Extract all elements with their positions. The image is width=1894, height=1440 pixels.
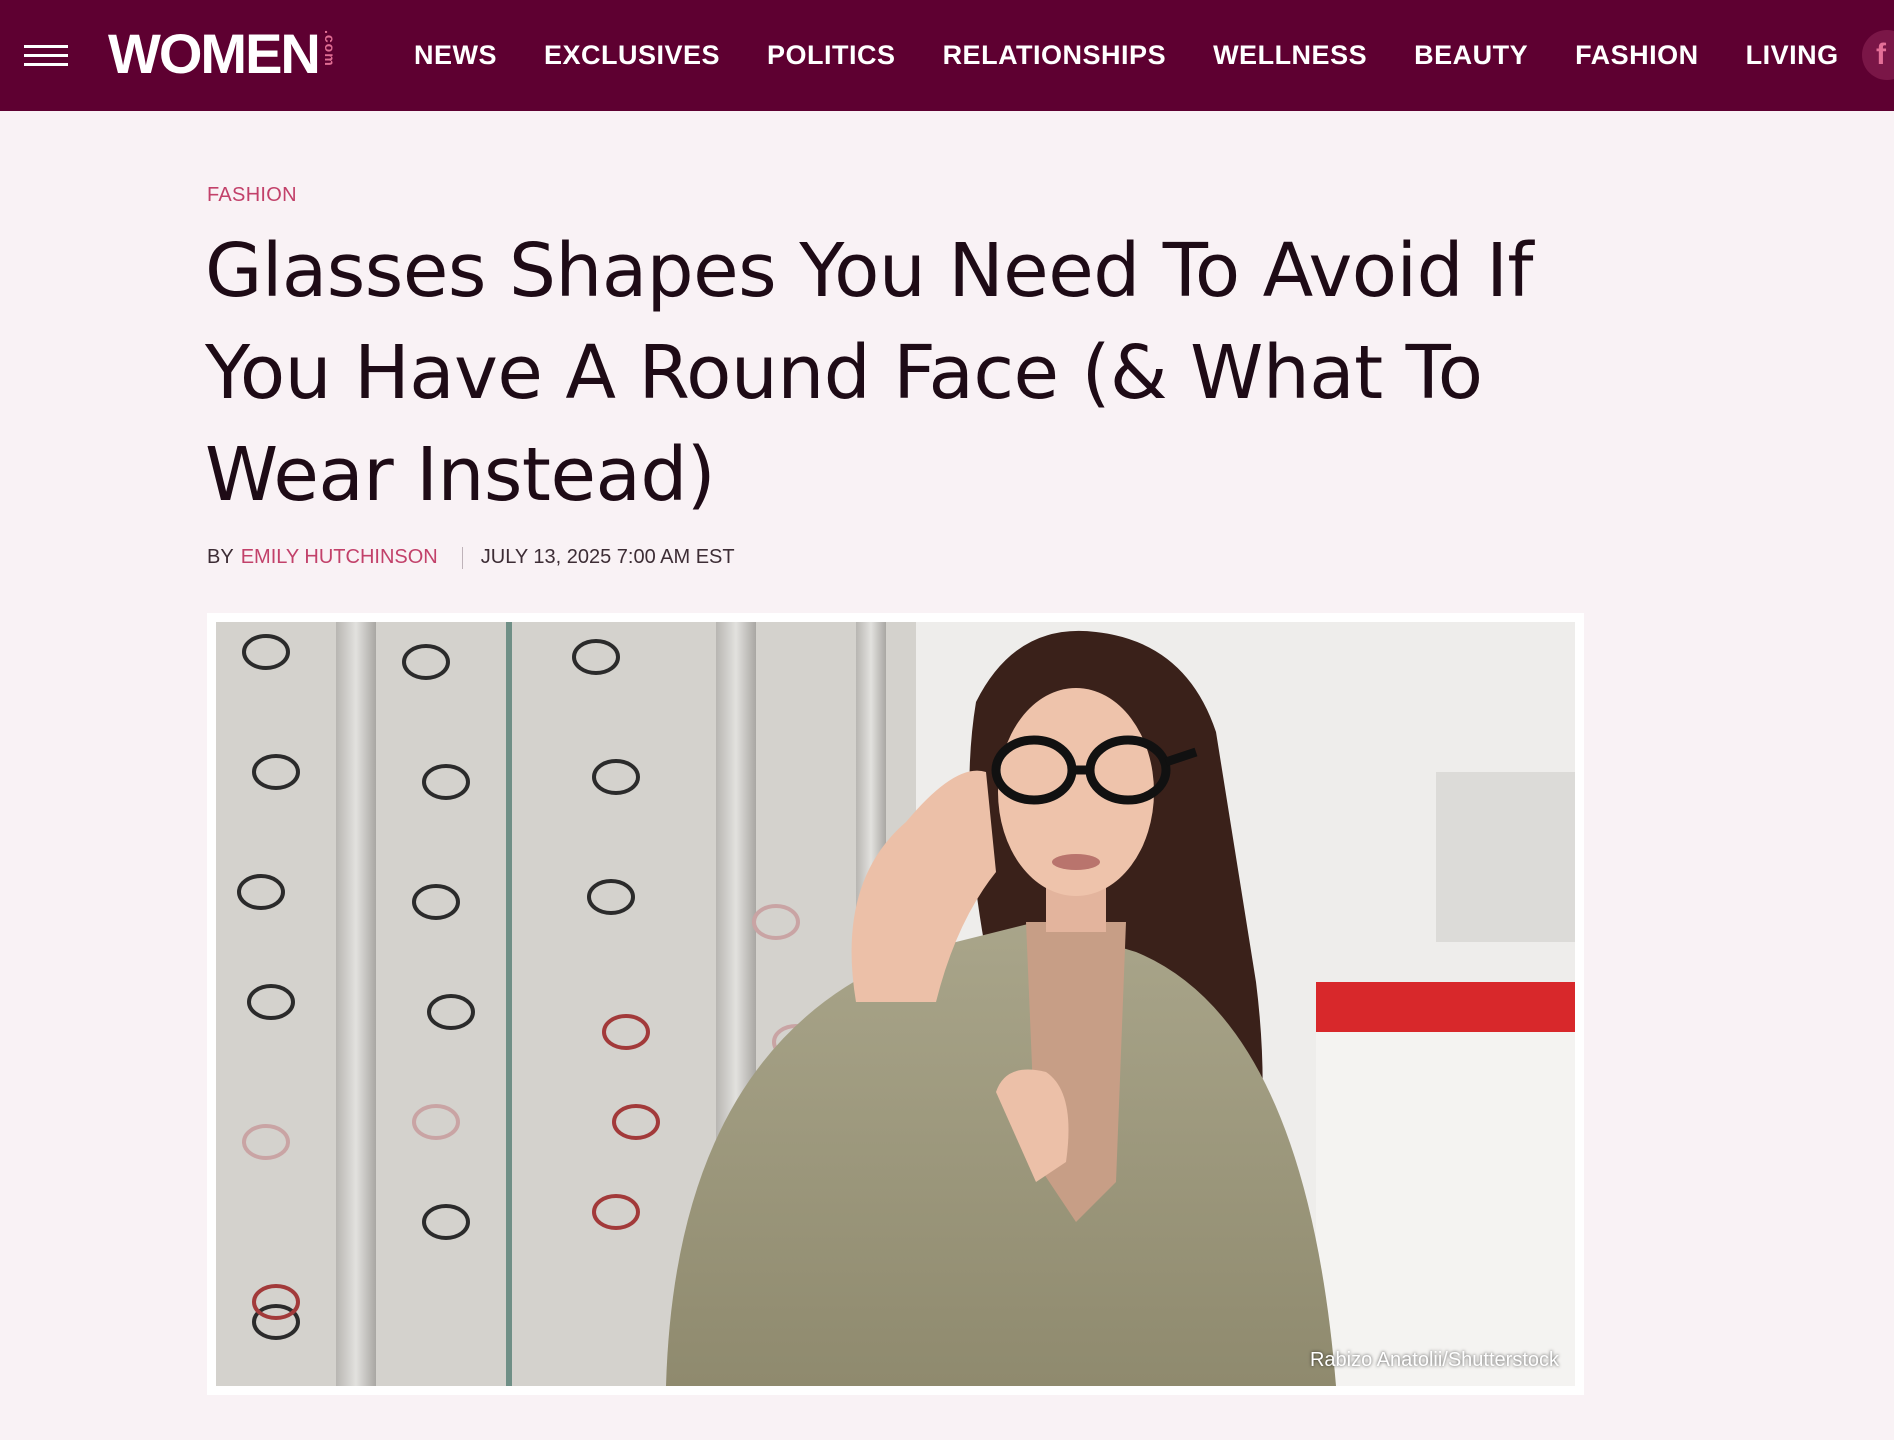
hamburger-menu-icon[interactable] [24, 42, 68, 70]
logo-suffix: .com [321, 30, 338, 67]
article-category-link[interactable]: FASHION [207, 184, 297, 207]
hero-image-frame: Rabizo Anatolii/Shutterstock [207, 613, 1584, 1395]
article-byline: BY EMILY HUTCHINSON JULY 13, 2025 7:00 A… [207, 546, 735, 569]
logo-wordmark: WOMEN [108, 22, 321, 85]
nav-item-exclusives[interactable]: EXCLUSIVES [544, 40, 720, 71]
byline-prefix: BY [207, 546, 234, 568]
hero-image: Rabizo Anatolii/Shutterstock [216, 622, 1575, 1386]
main-nav: NEWS EXCLUSIVES POLITICS RELATIONSHIPS W… [414, 0, 1886, 111]
image-credit: Rabizo Anatolii/Shutterstock [1309, 1349, 1559, 1371]
hero-photo-illustration [216, 622, 1575, 1386]
site-header: WOMEN .com NEWS EXCLUSIVES POLITICS RELA… [0, 0, 1894, 111]
site-logo[interactable]: WOMEN .com [108, 24, 338, 84]
nav-item-politics[interactable]: POLITICS [767, 40, 896, 71]
nav-item-beauty[interactable]: BEAUTY [1414, 40, 1528, 71]
publish-date: JULY 13, 2025 7:00 AM EST [480, 546, 735, 568]
nav-item-news[interactable]: NEWS [414, 40, 497, 71]
byline-divider [461, 546, 463, 569]
nav-item-living[interactable]: LIVING [1746, 40, 1839, 71]
facebook-glyph: f [1876, 38, 1886, 71]
nav-item-relationships[interactable]: RELATIONSHIPS [943, 40, 1167, 71]
nav-item-wellness[interactable]: WELLNESS [1213, 40, 1367, 71]
author-link[interactable]: EMILY HUTCHINSON [241, 546, 438, 569]
nav-item-fashion[interactable]: FASHION [1575, 40, 1699, 71]
article-title: Glasses Shapes You Need To Avoid If You … [205, 228, 1533, 518]
